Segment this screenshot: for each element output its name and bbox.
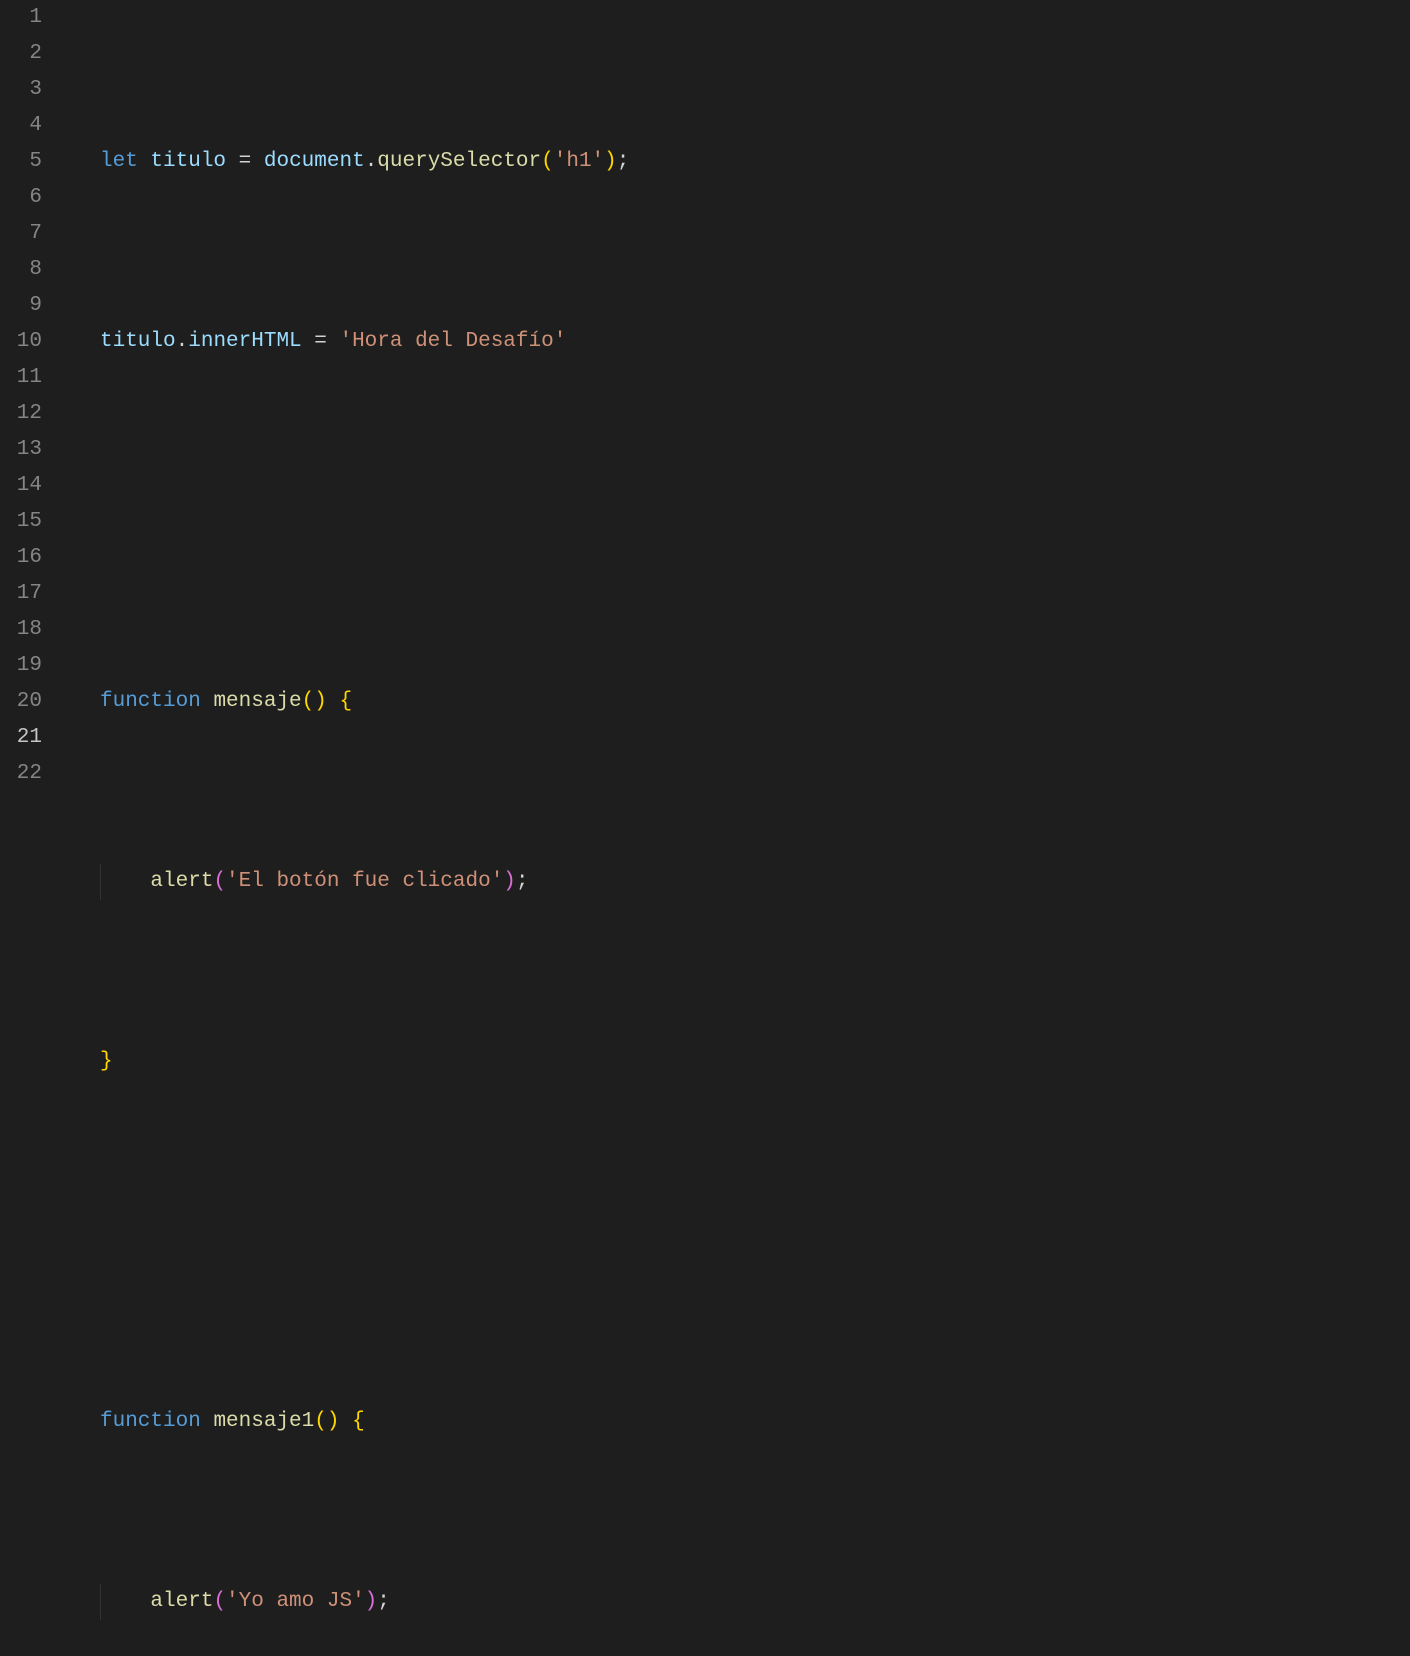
line-number-gutter: 12345678910111213141516171819202122 <box>0 0 70 828</box>
function-name: mensaje1 <box>213 1410 314 1433</box>
code-area[interactable]: let titulo = document.querySelector('h1'… <box>70 0 1410 828</box>
line-number: 12 <box>0 396 42 432</box>
line-number: 14 <box>0 468 42 504</box>
line-number: 4 <box>0 108 42 144</box>
line-number: 10 <box>0 324 42 360</box>
paren-close: ) <box>365 1590 378 1613</box>
keyword-function: function <box>100 1410 201 1433</box>
paren-open: ( <box>213 870 226 893</box>
line-number: 9 <box>0 288 42 324</box>
paren-close: ) <box>604 150 617 173</box>
line-number: 22 <box>0 756 42 792</box>
paren-open: ( <box>314 1410 327 1433</box>
line-number: 11 <box>0 360 42 396</box>
paren-open: ( <box>302 690 315 713</box>
line-number: 3 <box>0 72 42 108</box>
code-line[interactable]: let titulo = document.querySelector('h1'… <box>70 144 1410 180</box>
line-number: 21 <box>0 720 42 756</box>
string-literal: 'Hora del Desafío' <box>339 330 566 353</box>
dot: . <box>176 330 189 353</box>
code-line[interactable]: function mensaje1() { <box>70 1404 1410 1440</box>
semicolon: ; <box>377 1590 390 1613</box>
brace-open: { <box>339 1410 364 1433</box>
line-number: 6 <box>0 180 42 216</box>
semicolon: ; <box>617 150 630 173</box>
line-number: 17 <box>0 576 42 612</box>
line-number: 16 <box>0 540 42 576</box>
line-number: 13 <box>0 432 42 468</box>
paren-open: ( <box>213 1590 226 1613</box>
operator: = <box>302 330 340 353</box>
code-line[interactable]: titulo.innerHTML = 'Hora del Desafío' <box>70 324 1410 360</box>
code-editor[interactable]: 12345678910111213141516171819202122 let … <box>0 0 1410 828</box>
identifier: titulo <box>150 150 226 173</box>
paren-open: ( <box>541 150 554 173</box>
paren-close: ) <box>314 690 327 713</box>
code-line[interactable]: function mensaje() { <box>70 684 1410 720</box>
brace-open: { <box>327 690 352 713</box>
line-number: 1 <box>0 0 42 36</box>
function-call: alert <box>150 870 213 893</box>
line-number: 8 <box>0 252 42 288</box>
line-number: 7 <box>0 216 42 252</box>
identifier: titulo <box>100 330 176 353</box>
string-literal: 'Yo amo JS' <box>226 1590 365 1613</box>
code-line[interactable]: } <box>70 1044 1410 1080</box>
paren-close: ) <box>503 870 516 893</box>
keyword-function: function <box>100 690 201 713</box>
string-literal: 'El botón fue clicado' <box>226 870 503 893</box>
brace-close: } <box>100 1050 113 1073</box>
function-call: alert <box>150 1590 213 1613</box>
indent-guide-icon <box>100 864 101 900</box>
property: innerHTML <box>188 330 301 353</box>
paren-close: ) <box>327 1410 340 1433</box>
line-number: 5 <box>0 144 42 180</box>
function-call: querySelector <box>377 150 541 173</box>
function-name: mensaje <box>213 690 301 713</box>
line-number: 15 <box>0 504 42 540</box>
semicolon: ; <box>516 870 529 893</box>
code-line[interactable]: alert('El botón fue clicado'); <box>70 864 1410 900</box>
code-line[interactable] <box>70 504 1410 540</box>
dot: . <box>365 150 378 173</box>
string-literal: 'h1' <box>554 150 604 173</box>
operator: = <box>226 150 264 173</box>
identifier: document <box>264 150 365 173</box>
keyword-let: let <box>100 150 138 173</box>
line-number: 18 <box>0 612 42 648</box>
line-number: 19 <box>0 648 42 684</box>
code-line[interactable]: alert('Yo amo JS'); <box>70 1584 1410 1620</box>
code-line[interactable] <box>70 1224 1410 1260</box>
line-number: 2 <box>0 36 42 72</box>
indent-guide-icon <box>100 1584 101 1620</box>
line-number: 20 <box>0 684 42 720</box>
